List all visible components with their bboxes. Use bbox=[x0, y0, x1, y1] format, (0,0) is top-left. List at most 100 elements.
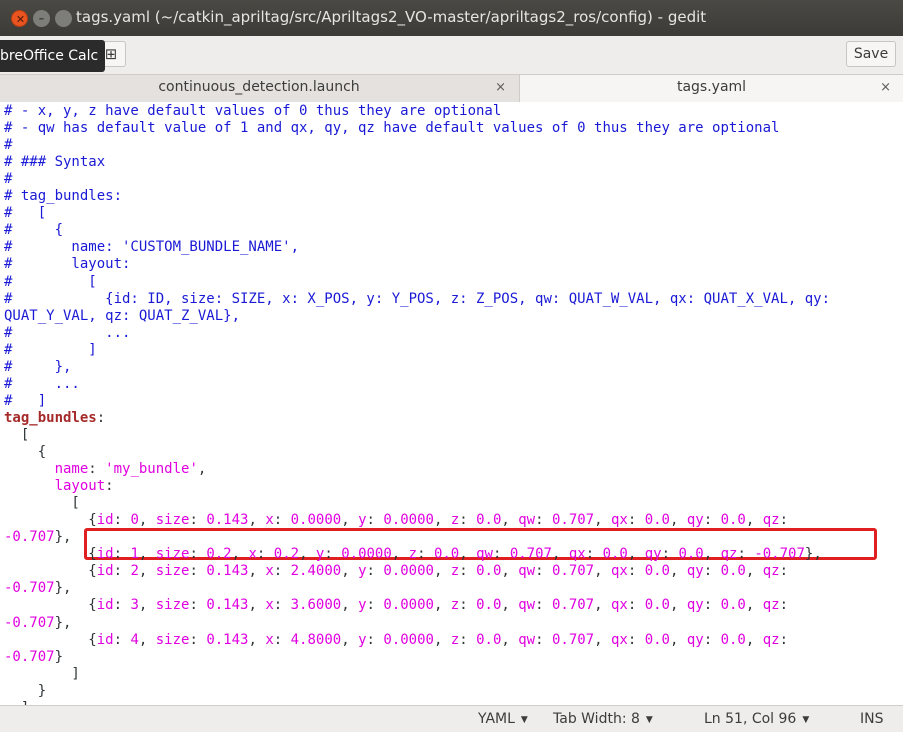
code-token: # - x, y, z have default values of 0 thu… bbox=[4, 103, 502, 119]
code-token: 0.707 bbox=[551, 597, 595, 614]
code-line: # - x, y, z have default values of 0 thu… bbox=[4, 103, 501, 120]
code-token: 0.0 bbox=[476, 631, 502, 648]
code-token: size bbox=[155, 563, 190, 580]
code-token: , bbox=[248, 597, 266, 614]
code-token: # bbox=[4, 171, 13, 188]
code-token: : bbox=[366, 597, 384, 614]
code-token: qx bbox=[568, 546, 586, 563]
code-token: : bbox=[661, 546, 679, 563]
code-token: : bbox=[703, 631, 721, 648]
code-token: y bbox=[358, 563, 367, 580]
code-token: qx bbox=[610, 563, 628, 580]
code-token: , bbox=[745, 512, 763, 529]
code-line: # name: 'CUSTOM_BUNDLE_NAME', bbox=[4, 239, 299, 256]
code-token: , bbox=[501, 512, 519, 529]
code-token: : bbox=[256, 546, 274, 563]
code-token: , bbox=[594, 563, 611, 580]
code-token: : bbox=[703, 512, 721, 529]
code-token: : bbox=[88, 461, 106, 478]
code-line: # [ bbox=[4, 274, 97, 291]
tab-width-selector[interactable]: Tab Width: 8 ▼ bbox=[553, 711, 653, 727]
code-token: id bbox=[96, 597, 114, 614]
code-token: 0.0 bbox=[602, 546, 628, 563]
code-token: 0.0 bbox=[476, 597, 502, 614]
code-token: { bbox=[4, 597, 97, 614]
text-editor[interactable]: # - x, y, z have default values of 0 thu… bbox=[0, 102, 903, 705]
code-token: QUAT_Y_VAL, qz: QUAT_Z_VAL}, bbox=[4, 307, 241, 324]
code-token: qy bbox=[686, 597, 704, 614]
tab-close-icon[interactable]: × bbox=[495, 80, 506, 95]
code-line: QUAT_Y_VAL, qz: QUAT_Z_VAL}, bbox=[4, 308, 240, 325]
code-token: : bbox=[189, 631, 207, 648]
code-line: {id: 0, size: 0.143, x: 0.0000, y: 0.000… bbox=[4, 512, 788, 529]
code-token: , bbox=[433, 563, 451, 580]
code-line: # ] bbox=[4, 393, 46, 410]
code-token: qy bbox=[686, 631, 704, 648]
code-line: { bbox=[4, 444, 46, 461]
code-token: # bbox=[4, 137, 13, 154]
tab-label: tags.yaml bbox=[676, 79, 747, 95]
code-token: layout bbox=[4, 478, 106, 495]
code-token: : bbox=[96, 409, 106, 426]
code-token: }, bbox=[54, 614, 72, 631]
code-token: qz bbox=[762, 631, 780, 648]
code-token: 0.0 bbox=[644, 597, 670, 614]
window-title: tags.yaml (~/catkin_apriltag/src/Aprilta… bbox=[76, 8, 707, 26]
code-token: , bbox=[594, 512, 611, 529]
code-line: {id: 4, size: 0.143, x: 4.8000, y: 0.000… bbox=[4, 632, 788, 649]
code-token: 0.0 bbox=[720, 631, 746, 648]
code-token: size bbox=[155, 597, 190, 614]
code-token: # name: 'CUSTOM_BUNDLE_NAME', bbox=[4, 239, 300, 256]
code-token: }, bbox=[54, 580, 72, 597]
code-token: : bbox=[703, 597, 721, 614]
code-line: name: 'my_bundle', bbox=[4, 461, 207, 478]
save-button[interactable]: Save bbox=[846, 41, 896, 67]
tab-bar: continuous_detection.launch × tags.yaml … bbox=[0, 75, 903, 103]
code-token: qx bbox=[610, 512, 628, 529]
code-token: 0.707 bbox=[551, 631, 595, 648]
minimize-window-button[interactable]: – bbox=[33, 10, 50, 27]
code-token: name bbox=[4, 461, 89, 478]
code-token: , bbox=[745, 563, 763, 580]
code-token: , bbox=[231, 546, 249, 563]
code-token: , bbox=[197, 461, 207, 478]
code-token: : bbox=[324, 546, 342, 563]
header-bar: ⊞ Save bbox=[0, 36, 903, 75]
dock-tooltip: breOffice Calc bbox=[0, 40, 105, 72]
code-token: 0.0 bbox=[644, 563, 670, 580]
maximize-window-button[interactable] bbox=[55, 10, 72, 27]
code-token: : bbox=[189, 563, 207, 580]
code-token: 0.0 bbox=[433, 546, 460, 563]
code-token: , bbox=[138, 546, 156, 563]
code-token: 'my_bundle' bbox=[105, 461, 198, 478]
code-line: # ] bbox=[4, 342, 97, 359]
cursor-position[interactable]: Ln 51, Col 96 ▼ bbox=[704, 711, 809, 727]
code-token: size bbox=[155, 512, 190, 529]
code-token: : bbox=[779, 512, 789, 529]
code-line: # {id: ID, size: SIZE, x: X_POS, y: Y_PO… bbox=[4, 291, 830, 308]
close-window-button[interactable]: ✕ bbox=[11, 10, 28, 27]
code-token: size bbox=[155, 546, 190, 563]
code-token: : bbox=[627, 631, 645, 648]
tab-close-icon[interactable]: × bbox=[880, 80, 891, 95]
code-token: # {id: ID, size: SIZE, x: X_POS, y: Y_PO… bbox=[4, 290, 831, 307]
code-token: x bbox=[265, 597, 274, 614]
code-token: , bbox=[627, 546, 645, 563]
code-token: , bbox=[670, 631, 687, 648]
tab-continuous-detection-launch[interactable]: continuous_detection.launch × bbox=[0, 75, 518, 102]
code-token: , bbox=[433, 512, 451, 529]
code-token: # ### Syntax bbox=[4, 154, 106, 171]
code-token: , bbox=[138, 631, 156, 648]
code-token: qz bbox=[762, 512, 780, 529]
code-token: : bbox=[703, 563, 721, 580]
code-token: { bbox=[4, 512, 97, 529]
language-selector[interactable]: YAML ▼ bbox=[478, 711, 528, 727]
tab-label: continuous_detection.launch bbox=[158, 79, 360, 95]
code-token: , bbox=[745, 597, 763, 614]
code-token: , bbox=[670, 563, 687, 580]
code-token: , bbox=[551, 546, 569, 563]
code-token: : bbox=[366, 563, 384, 580]
code-token: qy bbox=[686, 512, 704, 529]
tab-tags-yaml[interactable]: tags.yaml × bbox=[519, 75, 903, 102]
title-bar: ✕ – tags.yaml (~/catkin_apriltag/src/Apr… bbox=[0, 0, 903, 36]
